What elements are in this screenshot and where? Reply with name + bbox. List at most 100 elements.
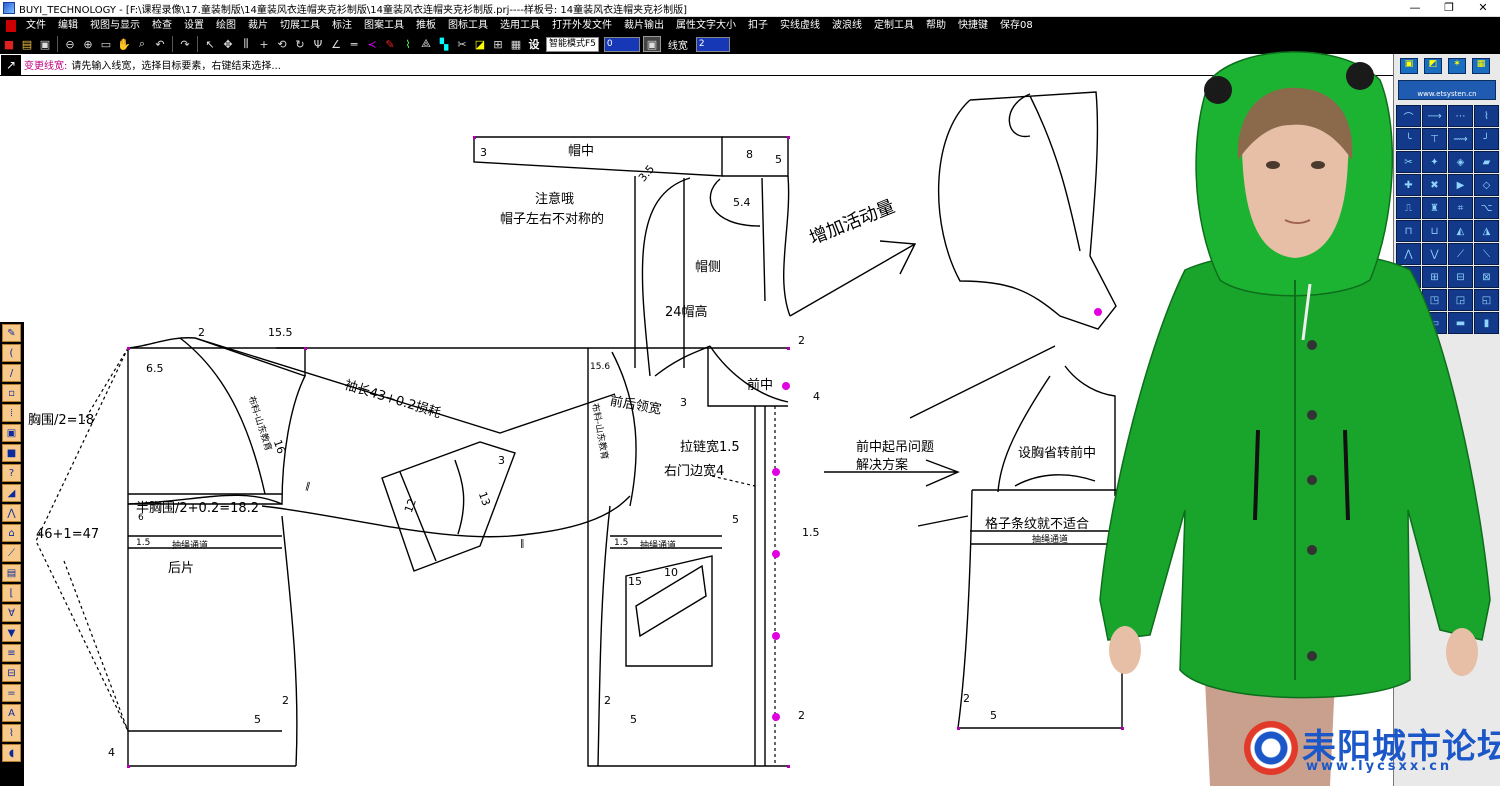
- menu-draw[interactable]: 绘图: [210, 17, 242, 34]
- home-icon[interactable]: ⌂: [2, 524, 21, 542]
- confirm-value-icon[interactable]: ▣: [642, 36, 661, 52]
- line-icon[interactable]: /: [2, 364, 21, 382]
- piece-icon[interactable]: ◪: [472, 36, 488, 52]
- dim-label: 5: [254, 713, 261, 726]
- zoom-in-icon[interactable]: ⊕: [80, 36, 96, 52]
- arrow-down-icon[interactable]: ▼: [2, 624, 21, 642]
- modified-front-armhole: [997, 375, 1051, 493]
- shape-icon[interactable]: ◢: [2, 484, 21, 502]
- corner-point: [787, 765, 790, 768]
- label-bust-left: 胸围/2=18: [28, 413, 95, 428]
- menu-view[interactable]: 视图与显示: [84, 17, 146, 34]
- menu-open-external[interactable]: 打开外发文件: [546, 17, 618, 34]
- frame-icon[interactable]: ▣: [2, 424, 21, 442]
- mode-select[interactable]: 智能模式F5: [546, 36, 599, 52]
- menu-help[interactable]: 帮助: [920, 17, 952, 34]
- grid-icon[interactable]: ▦: [508, 36, 524, 52]
- undo-icon[interactable]: ↶: [152, 36, 168, 52]
- color-palette-icon[interactable]: ▚: [436, 36, 452, 52]
- fit-window-icon[interactable]: ▭: [98, 36, 114, 52]
- value-input[interactable]: 0: [603, 36, 640, 52]
- zoom-window-icon[interactable]: ⌕: [134, 36, 150, 52]
- pan-hand-icon[interactable]: ✋: [116, 36, 132, 52]
- mirror-icon[interactable]: ⫼: [238, 36, 254, 52]
- label-hood-height: 24帽高: [665, 305, 708, 320]
- fork-icon[interactable]: Ψ: [310, 36, 326, 52]
- measure-icon[interactable]: ∀: [2, 604, 21, 622]
- fill-icon[interactable]: ◖: [2, 744, 21, 762]
- cad-application-window: BUYI_TECHNOLOGY - [F:\课程录像\17.童装制版\14童装风…: [0, 0, 1500, 786]
- marker-dot: [782, 382, 790, 390]
- text-icon[interactable]: A: [2, 704, 21, 722]
- add-point-icon[interactable]: +: [256, 36, 272, 52]
- redo-icon[interactable]: ↷: [177, 36, 193, 52]
- menu-save[interactable]: 保存08: [994, 17, 1039, 34]
- marker-tool-icon[interactable]: ⌇: [400, 36, 416, 52]
- new-file-icon[interactable]: ■: [1, 36, 17, 52]
- stair-icon[interactable]: ⌊: [2, 584, 21, 602]
- move-icon[interactable]: ✥: [220, 36, 236, 52]
- equal-icon[interactable]: =: [2, 684, 21, 702]
- angle-icon[interactable]: ∠: [328, 36, 344, 52]
- close-button[interactable]: ✕: [1466, 0, 1500, 17]
- select-arrow-icon[interactable]: ↖: [202, 36, 218, 52]
- minimize-button[interactable]: —: [1398, 0, 1432, 17]
- back-shoulder: [276, 347, 306, 376]
- menu-pieces[interactable]: 裁片: [242, 17, 274, 34]
- menu-annotate[interactable]: 标注: [326, 17, 358, 34]
- label-front-center: 前中: [747, 378, 774, 393]
- rect-icon[interactable]: ▫: [2, 384, 21, 402]
- menu-slash-spread[interactable]: 切展工具: [274, 17, 326, 34]
- brush-icon[interactable]: ⌇: [2, 724, 21, 742]
- save-icon[interactable]: ▣: [37, 36, 53, 52]
- pen-icon[interactable]: ✎: [2, 324, 21, 342]
- open-folder-icon[interactable]: ▤: [19, 36, 35, 52]
- layout-icon[interactable]: ⊞: [490, 36, 506, 52]
- front-placket-lines: [754, 406, 766, 766]
- menu-custom-tools[interactable]: 定制工具: [868, 17, 920, 34]
- label-drawcord-back: 抽绳通道: [172, 541, 209, 551]
- grading-icon[interactable]: ⟁: [418, 36, 434, 52]
- box-icon[interactable]: ▤: [2, 564, 21, 582]
- menu-grading[interactable]: 推板: [410, 17, 442, 34]
- square-icon[interactable]: ■: [2, 444, 21, 462]
- menu-edit[interactable]: 编辑: [52, 17, 84, 34]
- menu-solid-dashed[interactable]: 实线虚线: [774, 17, 826, 34]
- parallel-line-icon[interactable]: ═: [346, 36, 362, 52]
- menu-pattern-tools[interactable]: 图案工具: [358, 17, 410, 34]
- menu-buttons[interactable]: 扣子: [742, 17, 774, 34]
- scissors-icon[interactable]: ✂: [454, 36, 470, 52]
- zoom-out-icon[interactable]: ⊖: [62, 36, 78, 52]
- window-controls: — ❐ ✕: [1398, 0, 1500, 17]
- dim-label: 6.5: [146, 362, 164, 375]
- menu-file[interactable]: 文件: [20, 17, 52, 34]
- grid-lines-icon[interactable]: ⊟: [2, 664, 21, 682]
- fold-icon[interactable]: ⟋: [2, 544, 21, 562]
- menu-wavy-line[interactable]: 波浪线: [826, 17, 868, 34]
- label-solution-1: 前中起吊问题: [856, 440, 935, 455]
- menu-text-size[interactable]: 属性文字大小: [670, 17, 742, 34]
- set-button[interactable]: 设: [526, 36, 542, 52]
- menu-select-tools[interactable]: 选用工具: [494, 17, 546, 34]
- divider-icon[interactable]: ⦙: [2, 404, 21, 422]
- maximize-button[interactable]: ❐: [1432, 0, 1466, 17]
- label-solution-2: 解决方案: [856, 458, 909, 473]
- refresh-icon[interactable]: ↻: [292, 36, 308, 52]
- menu-icon-tools[interactable]: 图标工具: [442, 17, 494, 34]
- curve-tool-icon[interactable]: ≺: [364, 36, 380, 52]
- help-icon[interactable]: ?: [2, 464, 21, 482]
- menu-settings[interactable]: 设置: [178, 17, 210, 34]
- dim-label: 1.5: [136, 538, 151, 548]
- curve-icon[interactable]: (: [2, 344, 21, 362]
- ruler-icon[interactable]: ≡: [2, 644, 21, 662]
- linewidth-input[interactable]: 2: [695, 36, 730, 52]
- rotate-icon[interactable]: ⟲: [274, 36, 290, 52]
- menu-piece-output[interactable]: 裁片输出: [618, 17, 670, 34]
- dart-icon[interactable]: ⋀: [2, 504, 21, 522]
- menu-shortcuts[interactable]: 快捷键: [952, 17, 994, 34]
- label-zip-width: 拉链宽1.5: [680, 440, 740, 455]
- document-icon[interactable]: [6, 19, 16, 32]
- toolbar-separator: [172, 36, 173, 52]
- pen-tool-icon[interactable]: ✎: [382, 36, 398, 52]
- menu-check[interactable]: 检查: [146, 17, 178, 34]
